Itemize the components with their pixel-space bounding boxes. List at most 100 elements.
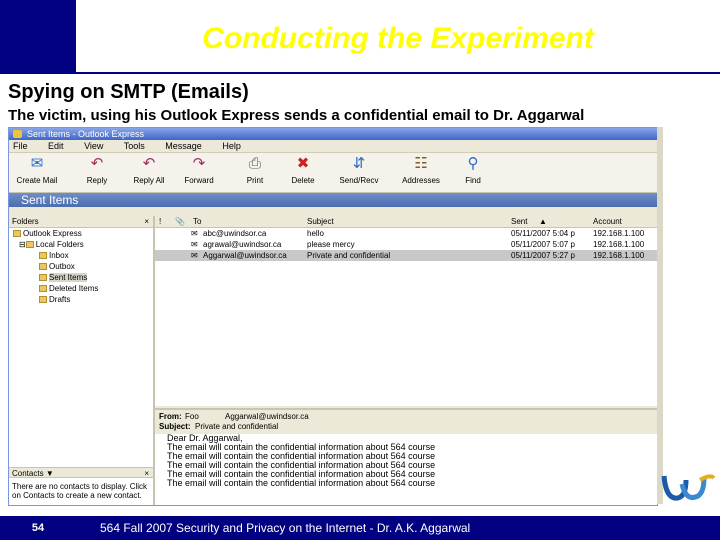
drafts-icon <box>39 296 47 303</box>
outbox-icon <box>39 263 47 270</box>
priority-column-icon[interactable]: ! <box>159 216 161 227</box>
message-row[interactable]: ✉ agrawal@uwindsor.ca please mercy 05/11… <box>155 239 657 250</box>
folder-outbox[interactable]: Outbox <box>9 261 153 272</box>
create-mail-icon: ✉ <box>30 155 44 172</box>
sort-arrow-icon: ▲ <box>539 217 547 226</box>
reply-button[interactable]: ↶ Reply <box>73 155 121 185</box>
message-sent: 05/11/2007 5:04 p <box>511 229 575 238</box>
to-value: Aggarwal@uwindsor.ca <box>225 412 309 421</box>
message-to: Aggarwal@uwindsor.ca <box>203 251 287 260</box>
send-receive-button[interactable]: ⇵ Send/Recv <box>335 155 383 185</box>
find-button[interactable]: ⚲ Find <box>449 155 497 185</box>
menu-message[interactable]: Message <box>165 141 202 151</box>
attachment-column-icon[interactable]: 📎 <box>175 216 185 227</box>
collapse-icon[interactable]: ⊟ <box>19 240 26 249</box>
outlook-express-window: Sent Items - Outlook Express File Edit V… <box>8 127 658 506</box>
slide-subheading: The victim, using his Outlook Express se… <box>8 107 585 124</box>
subject-label: Subject: <box>159 422 191 431</box>
envelope-icon: ✉ <box>191 229 198 238</box>
contacts-label: Contacts <box>12 469 44 478</box>
inbox-icon <box>39 252 47 259</box>
slide-heading: Spying on SMTP (Emails) <box>8 81 249 103</box>
sent-items-icon <box>39 274 47 281</box>
contacts-header[interactable]: Contacts ▼ × <box>9 467 153 478</box>
message-to: abc@uwindsor.ca <box>203 229 267 238</box>
close-icon[interactable]: × <box>144 216 149 227</box>
folder-tree: Outlook Express ⊟ Local Folders Inbox Out… <box>9 228 153 305</box>
deleted-items-icon <box>39 285 47 292</box>
university-logo <box>661 474 716 501</box>
folder-sent-items[interactable]: Sent Items <box>9 272 153 283</box>
folders-label: Folders <box>12 217 39 226</box>
window-edge <box>657 127 663 504</box>
body-line: The email will contain the confidential … <box>167 478 436 488</box>
send-receive-icon: ⇵ <box>352 155 366 172</box>
folders-pane: Folders × Outlook Express ⊟ Local Folders… <box>9 216 155 505</box>
delete-icon: ✖ <box>296 155 310 172</box>
column-to[interactable]: To <box>193 216 201 227</box>
delete-button[interactable]: ✖ Delete <box>279 155 327 185</box>
message-subject: please mercy <box>307 240 355 249</box>
folder-drafts[interactable]: Drafts <box>9 294 153 305</box>
message-list-header: ! 📎 To Subject Sent ▲ Account <box>155 216 657 228</box>
create-mail-button[interactable]: ✉ Create Mail <box>13 155 61 185</box>
message-subject: Private and confidential <box>307 251 391 260</box>
footer-text: 564 Fall 2007 Security and Privacy on th… <box>100 521 471 535</box>
print-icon: ⎙ <box>248 155 261 172</box>
close-icon[interactable]: × <box>144 468 149 479</box>
title-divider <box>0 72 720 74</box>
message-account: 192.168.1.100 <box>593 229 645 238</box>
menu-edit[interactable]: Edit <box>48 141 64 151</box>
menu-help[interactable]: Help <box>222 141 241 151</box>
folder-outlook-express[interactable]: Outlook Express <box>9 228 153 239</box>
dropdown-arrow-icon[interactable]: ▼ <box>46 469 54 478</box>
column-account[interactable]: Account <box>593 216 622 227</box>
message-row-selected[interactable]: ✉ Aggarwal@uwindsor.ca Private and confi… <box>155 250 657 261</box>
message-sent: 05/11/2007 5:27 p <box>511 251 575 260</box>
contacts-message: There are no contacts to display. Click … <box>12 482 148 500</box>
forward-button[interactable]: ↷ Forward <box>175 155 223 185</box>
page-number: 54 <box>31 522 45 534</box>
window-title: Sent Items - Outlook Express <box>27 129 145 139</box>
print-button[interactable]: ⎙ Print <box>231 155 279 185</box>
envelope-icon: ✉ <box>191 240 198 249</box>
menu-view[interactable]: View <box>84 141 103 151</box>
message-account: 192.168.1.100 <box>593 240 645 249</box>
message-list: ! 📎 To Subject Sent ▲ Account ✉ abc@uwin… <box>155 216 657 406</box>
from-value: Foo <box>185 412 199 421</box>
folder-icon <box>13 230 21 237</box>
title-bar-accent <box>0 0 76 72</box>
folders-pane-header: Folders × <box>9 216 153 228</box>
envelope-icon: ✉ <box>191 251 198 260</box>
folder-local-folders[interactable]: ⊟ Local Folders <box>9 239 153 250</box>
menu-file[interactable]: File <box>13 141 28 151</box>
message-sent: 05/11/2007 5:07 p <box>511 240 575 249</box>
reply-all-button[interactable]: ↶ Reply All <box>125 155 173 185</box>
column-subject[interactable]: Subject <box>307 216 334 227</box>
subject-value: Private and confidential <box>195 422 279 431</box>
preview-header: From: Foo Aggarwal@uwindsor.ca Subject: … <box>155 408 657 434</box>
menu-bar: File Edit View Tools Message Help <box>9 140 657 153</box>
slide-title: Conducting the Experiment <box>202 22 594 55</box>
folder-inbox[interactable]: Inbox <box>9 250 153 261</box>
from-label: From: <box>159 412 182 421</box>
reply-all-icon: ↶ <box>142 155 156 172</box>
message-to: agrawal@uwindsor.ca <box>203 240 282 249</box>
page-number-box: 54 <box>0 516 76 540</box>
reply-icon: ↶ <box>90 155 104 172</box>
menu-tools[interactable]: Tools <box>124 141 145 151</box>
message-row[interactable]: ✉ abc@uwindsor.ca hello 05/11/2007 5:04 … <box>155 228 657 239</box>
column-sent[interactable]: Sent <box>511 216 527 227</box>
folder-title-bar: Sent Items <box>9 193 657 207</box>
find-icon: ⚲ <box>467 155 479 172</box>
window-titlebar[interactable]: Sent Items - Outlook Express <box>9 128 657 140</box>
preview-body: Dear Dr. Aggarwal, The email will contai… <box>155 434 657 505</box>
forward-icon: ↷ <box>192 155 206 172</box>
outlook-app-icon <box>13 130 22 138</box>
message-account: 192.168.1.100 <box>593 251 645 260</box>
folder-deleted-items[interactable]: Deleted Items <box>9 283 153 294</box>
addresses-button[interactable]: ☷ Addresses <box>397 155 445 185</box>
message-subject: hello <box>307 229 324 238</box>
folder-icon <box>25 241 34 248</box>
addresses-icon: ☷ <box>414 155 428 172</box>
